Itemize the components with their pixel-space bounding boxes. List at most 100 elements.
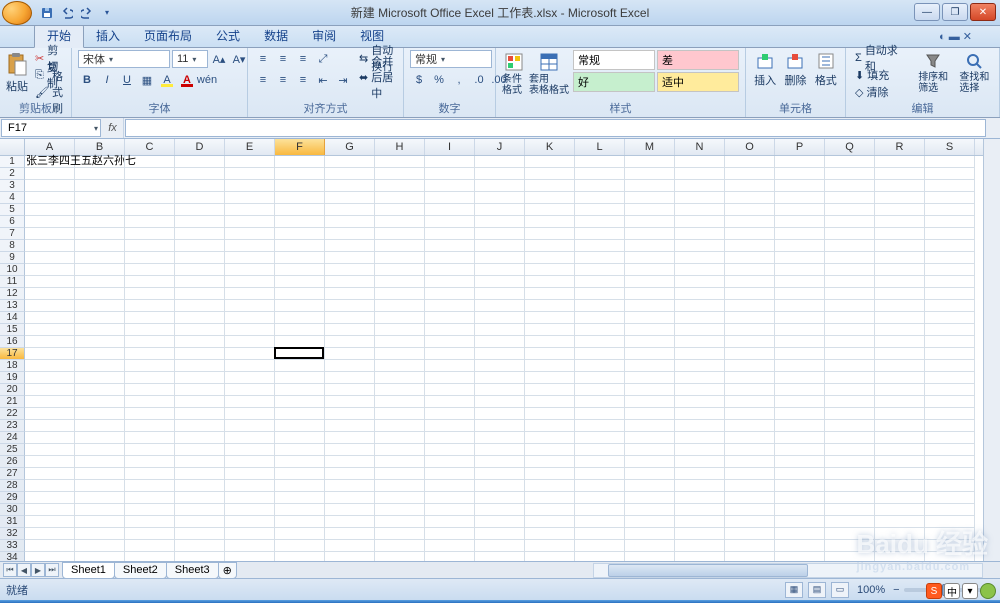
cell[interactable] bbox=[925, 444, 975, 456]
cell[interactable] bbox=[125, 516, 175, 528]
comma-button[interactable]: , bbox=[450, 71, 468, 89]
cell[interactable] bbox=[275, 300, 325, 312]
cell[interactable] bbox=[475, 300, 525, 312]
row-header[interactable]: 18 bbox=[0, 360, 25, 372]
cell[interactable] bbox=[275, 540, 325, 552]
cell[interactable] bbox=[675, 336, 725, 348]
cell[interactable] bbox=[175, 528, 225, 540]
cell[interactable] bbox=[875, 252, 925, 264]
page-break-view-button[interactable]: ▭ bbox=[831, 582, 849, 598]
cell[interactable] bbox=[375, 288, 425, 300]
cell[interactable] bbox=[175, 336, 225, 348]
row-header[interactable]: 33 bbox=[0, 540, 25, 552]
formula-input[interactable] bbox=[125, 119, 986, 137]
cell[interactable] bbox=[125, 504, 175, 516]
cell[interactable] bbox=[775, 504, 825, 516]
cell[interactable] bbox=[575, 288, 625, 300]
cell[interactable] bbox=[225, 156, 275, 168]
cell[interactable] bbox=[525, 516, 575, 528]
cell[interactable] bbox=[625, 192, 675, 204]
align-middle-button[interactable]: ≡ bbox=[274, 50, 292, 68]
cell[interactable] bbox=[425, 408, 475, 420]
cell[interactable] bbox=[475, 288, 525, 300]
cell[interactable] bbox=[675, 468, 725, 480]
cell[interactable] bbox=[525, 240, 575, 252]
cell[interactable] bbox=[575, 372, 625, 384]
cell[interactable] bbox=[725, 432, 775, 444]
cell[interactable] bbox=[625, 216, 675, 228]
cell[interactable] bbox=[625, 504, 675, 516]
cell[interactable] bbox=[275, 348, 325, 360]
cell[interactable] bbox=[125, 420, 175, 432]
cell[interactable] bbox=[375, 492, 425, 504]
cell[interactable] bbox=[925, 504, 975, 516]
cell[interactable] bbox=[875, 456, 925, 468]
cell[interactable] bbox=[775, 168, 825, 180]
cell[interactable] bbox=[125, 300, 175, 312]
cell[interactable] bbox=[25, 504, 75, 516]
cell[interactable] bbox=[675, 396, 725, 408]
cell[interactable] bbox=[575, 456, 625, 468]
cell[interactable] bbox=[825, 432, 875, 444]
cell[interactable] bbox=[125, 240, 175, 252]
row-header[interactable]: 17 bbox=[0, 348, 25, 360]
cell[interactable] bbox=[375, 156, 425, 168]
cell[interactable] bbox=[325, 432, 375, 444]
cell[interactable] bbox=[725, 300, 775, 312]
cell[interactable] bbox=[625, 540, 675, 552]
cell[interactable] bbox=[125, 180, 175, 192]
column-header[interactable]: E bbox=[225, 139, 275, 155]
cell[interactable] bbox=[175, 540, 225, 552]
cell[interactable] bbox=[675, 504, 725, 516]
column-header[interactable]: Q bbox=[825, 139, 875, 155]
cell[interactable] bbox=[725, 288, 775, 300]
cell[interactable] bbox=[725, 456, 775, 468]
cell[interactable] bbox=[775, 312, 825, 324]
cell[interactable] bbox=[375, 216, 425, 228]
cell[interactable] bbox=[675, 528, 725, 540]
cell[interactable] bbox=[725, 540, 775, 552]
sheet-tab-Sheet1[interactable]: Sheet1 bbox=[62, 562, 115, 579]
cell[interactable] bbox=[325, 420, 375, 432]
delete-cells-button[interactable]: 删除 bbox=[782, 50, 808, 102]
currency-button[interactable]: $ bbox=[410, 71, 428, 89]
cell[interactable] bbox=[575, 468, 625, 480]
cell[interactable] bbox=[475, 504, 525, 516]
cell[interactable] bbox=[225, 360, 275, 372]
cell[interactable] bbox=[925, 300, 975, 312]
cell[interactable] bbox=[925, 384, 975, 396]
cell[interactable] bbox=[475, 408, 525, 420]
column-header[interactable]: R bbox=[875, 139, 925, 155]
cell[interactable] bbox=[925, 396, 975, 408]
cell[interactable] bbox=[275, 180, 325, 192]
cell[interactable] bbox=[875, 204, 925, 216]
cell[interactable] bbox=[425, 180, 475, 192]
cell[interactable] bbox=[175, 180, 225, 192]
cell[interactable] bbox=[275, 504, 325, 516]
cell[interactable] bbox=[775, 288, 825, 300]
cell[interactable] bbox=[225, 444, 275, 456]
cell[interactable] bbox=[275, 288, 325, 300]
cell[interactable] bbox=[575, 228, 625, 240]
cell[interactable] bbox=[575, 204, 625, 216]
cell[interactable] bbox=[825, 240, 875, 252]
cell[interactable] bbox=[625, 300, 675, 312]
cell[interactable] bbox=[725, 312, 775, 324]
cell[interactable] bbox=[575, 396, 625, 408]
cell[interactable] bbox=[475, 168, 525, 180]
row-header[interactable]: 9 bbox=[0, 252, 25, 264]
close-button[interactable]: ✕ bbox=[970, 3, 996, 21]
cell[interactable] bbox=[125, 156, 175, 168]
cell[interactable] bbox=[425, 312, 475, 324]
cell[interactable] bbox=[775, 336, 825, 348]
cell[interactable] bbox=[525, 528, 575, 540]
cell[interactable] bbox=[175, 420, 225, 432]
cell[interactable] bbox=[175, 516, 225, 528]
cell[interactable] bbox=[125, 264, 175, 276]
cell[interactable] bbox=[675, 516, 725, 528]
cell[interactable] bbox=[525, 204, 575, 216]
cell[interactable] bbox=[825, 204, 875, 216]
sheet-tab-Sheet3[interactable]: Sheet3 bbox=[166, 562, 219, 579]
cell[interactable] bbox=[525, 432, 575, 444]
save-icon[interactable] bbox=[38, 4, 56, 22]
